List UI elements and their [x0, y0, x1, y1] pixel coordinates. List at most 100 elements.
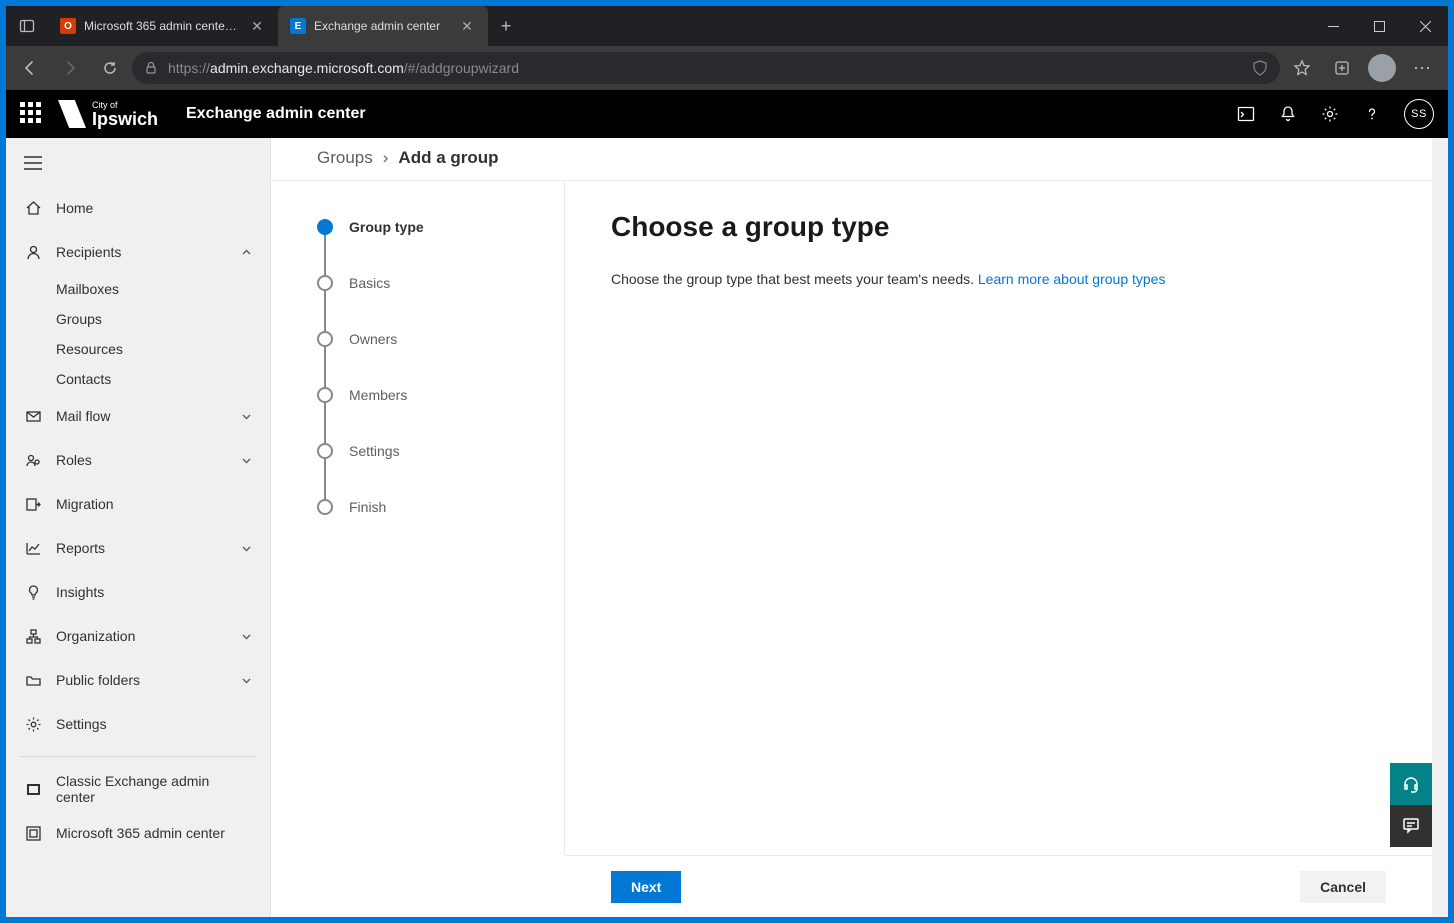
wizard-steps: Group type Basics Owners M [271, 181, 565, 855]
roles-icon [24, 451, 42, 469]
nav-label: Organization [56, 628, 227, 644]
chevron-down-icon [241, 631, 252, 642]
page-description: Choose the group type that best meets yo… [611, 271, 1386, 287]
account-avatar[interactable]: SS [1404, 99, 1434, 129]
nav-recipients[interactable]: Recipients [6, 230, 270, 274]
nav-sub-resources[interactable]: Resources [6, 334, 270, 364]
close-tab-icon[interactable]: ✕ [458, 18, 476, 35]
step-label: Basics [349, 275, 390, 291]
close-window-button[interactable] [1402, 6, 1448, 46]
nav-sub-mailboxes[interactable]: Mailboxes [6, 274, 270, 304]
classic-exchange-icon [24, 780, 42, 798]
step-owners[interactable]: Owners [317, 331, 564, 347]
forward-button[interactable] [52, 50, 88, 86]
nav-label: Mail flow [56, 408, 227, 424]
home-icon [24, 199, 42, 217]
nav-label: Reports [56, 540, 227, 556]
scrollbar-track[interactable] [1432, 138, 1448, 917]
nav-sub-label: Groups [56, 311, 102, 327]
org-icon [24, 627, 42, 645]
tracking-prevention-icon[interactable] [1252, 60, 1268, 76]
step-dot-icon [317, 499, 333, 515]
collections-button[interactable] [1324, 50, 1360, 86]
folder-icon [24, 671, 42, 689]
refresh-button[interactable] [92, 50, 128, 86]
hamburger-icon[interactable] [6, 146, 270, 180]
chevron-down-icon [241, 543, 252, 554]
nav-classic-exchange[interactable]: Classic Exchange admin center [6, 767, 270, 811]
learn-more-link[interactable]: Learn more about group types [978, 271, 1166, 287]
nav-sub-label: Resources [56, 341, 123, 357]
nav-publicfolders[interactable]: Public folders [6, 658, 270, 702]
nav-sub-label: Contacts [56, 371, 111, 387]
browser-tab-exchange[interactable]: E Exchange admin center ✕ [278, 6, 488, 46]
nav-mailflow[interactable]: Mail flow [6, 394, 270, 438]
nav-sub-groups[interactable]: Groups [6, 304, 270, 334]
chevron-up-icon [241, 247, 252, 258]
person-icon [24, 243, 42, 261]
tab-title: Exchange admin center [314, 19, 450, 33]
settings-gear-icon[interactable] [1320, 104, 1340, 124]
back-button[interactable] [12, 50, 48, 86]
breadcrumb-parent[interactable]: Groups [317, 148, 373, 168]
nav-sub-contacts[interactable]: Contacts [6, 364, 270, 394]
nav-roles[interactable]: Roles [6, 438, 270, 482]
step-finish[interactable]: Finish [317, 499, 564, 515]
step-group-type[interactable]: Group type [317, 219, 564, 235]
step-dot-icon [317, 331, 333, 347]
step-dot-icon [317, 387, 333, 403]
step-basics[interactable]: Basics [317, 275, 564, 291]
gear-icon [24, 715, 42, 733]
step-label: Finish [349, 499, 386, 515]
nav-m365-admin[interactable]: Microsoft 365 admin center [6, 811, 270, 855]
feedback-icon[interactable] [1390, 805, 1432, 847]
browser-tab-m365[interactable]: O Microsoft 365 admin center - Gr ✕ [48, 6, 278, 46]
org-logo[interactable]: City of Ipswich [58, 100, 158, 128]
step-connector [324, 291, 326, 331]
help-icon[interactable] [1362, 104, 1382, 124]
more-button[interactable]: ⋯ [1404, 50, 1440, 86]
browser-titlebar: O Microsoft 365 admin center - Gr ✕ E Ex… [6, 6, 1448, 46]
tab-title: Microsoft 365 admin center - Gr [84, 19, 240, 33]
nav-migration[interactable]: Migration [6, 482, 270, 526]
nav-settings[interactable]: Settings [6, 702, 270, 746]
step-label: Members [349, 387, 407, 403]
cancel-button[interactable]: Cancel [1300, 871, 1386, 903]
exchange-favicon: E [290, 18, 306, 34]
m365-admin-icon [24, 824, 42, 842]
browser-tabs: O Microsoft 365 admin center - Gr ✕ E Ex… [48, 6, 524, 46]
nav-label: Roles [56, 452, 227, 468]
avatar-initials: SS [1411, 108, 1427, 120]
close-tab-icon[interactable]: ✕ [248, 18, 266, 35]
app-launcher-icon[interactable] [20, 102, 44, 126]
description-text: Choose the group type that best meets yo… [611, 271, 978, 287]
mail-icon [24, 407, 42, 425]
step-members[interactable]: Members [317, 387, 564, 403]
lock-icon [144, 61, 158, 75]
step-settings[interactable]: Settings [317, 443, 564, 459]
minimize-button[interactable] [1310, 6, 1356, 46]
shell-button-icon[interactable] [1236, 104, 1256, 124]
notifications-icon[interactable] [1278, 104, 1298, 124]
step-label: Settings [349, 443, 400, 459]
tab-actions-button[interactable] [10, 18, 44, 34]
nav-organization[interactable]: Organization [6, 614, 270, 658]
profile-button[interactable] [1364, 50, 1400, 86]
nav-home[interactable]: Home [6, 186, 270, 230]
nav-reports[interactable]: Reports [6, 526, 270, 570]
chevron-down-icon [241, 675, 252, 686]
nav-insights[interactable]: Insights [6, 570, 270, 614]
reports-icon [24, 539, 42, 557]
next-button[interactable]: Next [611, 871, 681, 903]
maximize-button[interactable] [1356, 6, 1402, 46]
m365-favicon: O [60, 18, 76, 34]
nav-label: Settings [56, 716, 252, 732]
favorites-button[interactable] [1284, 50, 1320, 86]
nav-divider [20, 756, 256, 757]
step-connector [324, 347, 326, 387]
help-headset-icon[interactable] [1390, 763, 1432, 805]
url-input[interactable]: https://admin.exchange.microsoft.com/#/a… [132, 52, 1280, 84]
step-connector [324, 403, 326, 443]
new-tab-button[interactable]: + [488, 6, 524, 46]
wizard-content: Choose a group type Choose the group typ… [565, 181, 1432, 855]
